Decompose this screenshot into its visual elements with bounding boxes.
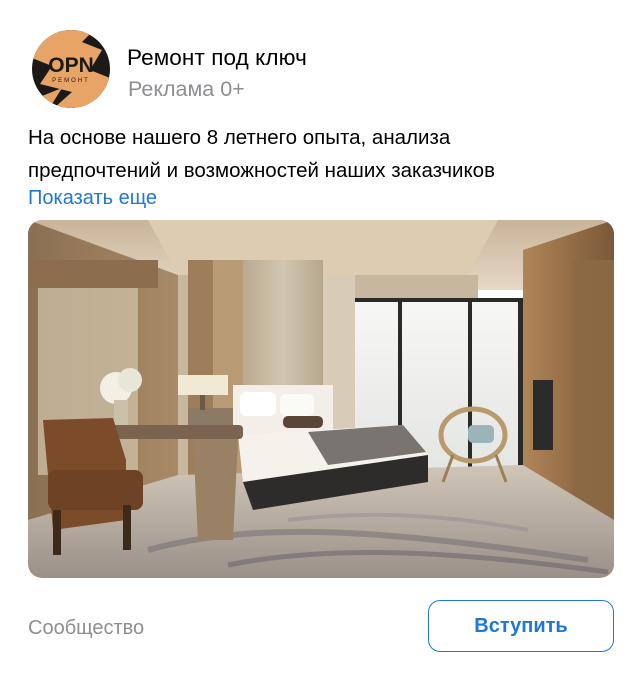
- post-image[interactable]: [28, 220, 614, 578]
- show-more-link[interactable]: Показать еще: [28, 185, 157, 211]
- logo-text: OPN: [48, 54, 94, 77]
- ad-post: OPN РЕМОНТ Ремонт под ключ Реклама 0+ На…: [0, 0, 642, 676]
- opn-logo-icon: OPN РЕМОНТ: [32, 30, 110, 108]
- community-name[interactable]: Ремонт под ключ: [127, 45, 307, 71]
- community-avatar[interactable]: OPN РЕМОНТ: [32, 30, 110, 108]
- logo-subtext: РЕМОНТ: [52, 78, 90, 84]
- bedroom-interior-photo: [28, 220, 614, 578]
- post-text-line: предпочтений и возможностей наших заказч…: [28, 159, 495, 182]
- post-text-line: На основе нашего 8 летнего опыта, анализ…: [28, 126, 451, 149]
- community-category: Сообщество: [28, 617, 145, 639]
- post-text: На основе нашего 8 летнего опыта, анализ…: [28, 121, 618, 187]
- join-button[interactable]: Вступить: [428, 600, 614, 652]
- ad-label: Реклама 0+: [128, 77, 245, 101]
